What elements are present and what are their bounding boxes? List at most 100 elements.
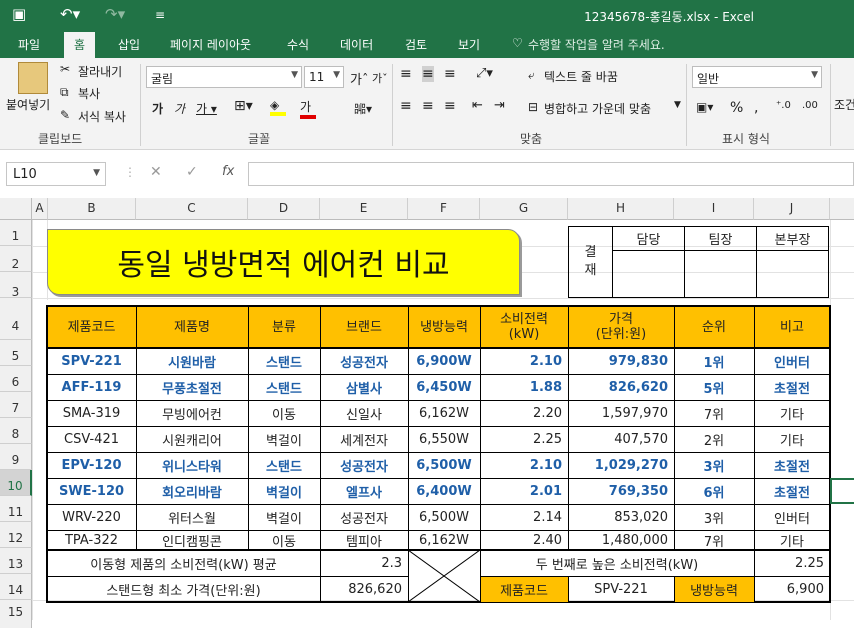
table-cell[interactable]: 엘프사: [320, 478, 408, 504]
align-center-icon[interactable]: ≡: [422, 98, 434, 114]
format-painter-button[interactable]: 서식 복사: [78, 108, 126, 125]
row-header[interactable]: 1: [0, 220, 32, 246]
grow-font-icon[interactable]: 가ˆ: [350, 69, 368, 88]
phonetic-icon[interactable]: 嘂▾: [354, 100, 372, 117]
table-cell[interactable]: CSV-421: [47, 426, 136, 452]
orientation-icon[interactable]: ⤢▾: [476, 66, 493, 81]
table-cell[interactable]: 성공전자: [320, 504, 408, 530]
second-label[interactable]: 두 번째로 높은 소비전력(kW): [480, 550, 754, 576]
table-cell[interactable]: 세계전자: [320, 426, 408, 452]
row-header[interactable]: 2: [0, 246, 32, 272]
col-header[interactable]: C: [136, 198, 248, 220]
table-cell[interactable]: 기타: [754, 530, 830, 550]
table-cell[interactable]: 무풍초절전: [136, 374, 248, 400]
undo-icon[interactable]: ↶▾: [60, 5, 80, 23]
table-cell[interactable]: 2.20: [480, 400, 568, 426]
min-value[interactable]: 826,620: [320, 576, 408, 602]
table-cell[interactable]: 6,500W: [408, 504, 480, 530]
table-cell[interactable]: 7위: [674, 400, 754, 426]
row-header[interactable]: 8: [0, 418, 32, 444]
table-cell[interactable]: 1.88: [480, 374, 568, 400]
table-cell[interactable]: 6,400W: [408, 478, 480, 504]
select-all-corner[interactable]: [0, 198, 32, 220]
table-cell[interactable]: 826,620: [568, 374, 674, 400]
decrease-indent-icon[interactable]: ⇤: [472, 98, 483, 113]
fill-color-icon[interactable]: ◈: [270, 98, 286, 116]
table-cell[interactable]: 3위: [674, 504, 754, 530]
second-value[interactable]: 2.25: [754, 550, 830, 576]
table-cell[interactable]: 스탠드: [248, 348, 320, 374]
table-cell[interactable]: 2.14: [480, 504, 568, 530]
table-cell[interactable]: 6,550W: [408, 426, 480, 452]
copy-button[interactable]: 복사: [78, 85, 100, 102]
table-cell[interactable]: 스탠드: [248, 452, 320, 478]
align-top-icon[interactable]: ≡: [400, 66, 412, 82]
tell-me-box[interactable]: 수행할 작업을 알려 주세요.: [528, 36, 665, 53]
col-header[interactable]: H: [568, 198, 674, 220]
table-header-cell[interactable]: 브랜드: [320, 306, 408, 348]
align-left-icon[interactable]: ≡: [400, 98, 412, 114]
table-cell[interactable]: 시원캐리어: [136, 426, 248, 452]
table-cell[interactable]: 성공전자: [320, 348, 408, 374]
merge-icon[interactable]: ⊟: [528, 100, 538, 114]
border-icon[interactable]: ⊞▾: [234, 98, 253, 114]
increase-decimal-icon[interactable]: ⁺.0: [776, 100, 791, 111]
table-cell[interactable]: 6,500W: [408, 452, 480, 478]
table-cell[interactable]: 1위: [674, 348, 754, 374]
customize-qat-icon[interactable]: ≡: [155, 8, 165, 22]
align-middle-icon[interactable]: ≡: [422, 66, 434, 82]
table-cell[interactable]: 기타: [754, 426, 830, 452]
avg-value[interactable]: 2.3: [320, 550, 408, 576]
italic-icon[interactable]: 가: [174, 100, 185, 117]
table-cell[interactable]: 979,830: [568, 348, 674, 374]
selected-cell-L10[interactable]: [830, 478, 854, 504]
col-header[interactable]: G: [480, 198, 568, 220]
row-header[interactable]: 13: [0, 548, 32, 574]
currency-icon[interactable]: ▣▾: [696, 100, 713, 114]
table-cell[interactable]: 스탠드: [248, 374, 320, 400]
percent-icon[interactable]: %: [730, 100, 743, 116]
tab-review[interactable]: 검토: [405, 36, 427, 53]
table-cell[interactable]: 벽걸이: [248, 478, 320, 504]
table-cell[interactable]: 407,570: [568, 426, 674, 452]
table-cell[interactable]: 위터스월: [136, 504, 248, 530]
number-format-select[interactable]: 일반 ▼: [692, 66, 822, 88]
min-label[interactable]: 스탠드형 최소 가격(단위:원): [47, 576, 320, 602]
table-header-cell[interactable]: 제품코드: [47, 306, 136, 348]
tab-view[interactable]: 보기: [458, 36, 480, 53]
table-cell[interactable]: 이동: [248, 400, 320, 426]
redo-icon[interactable]: ↷▾: [105, 5, 125, 23]
shrink-font-icon[interactable]: 가ˇ: [372, 70, 388, 86]
cap-label[interactable]: 냉방능력: [674, 576, 754, 602]
table-cell[interactable]: 853,020: [568, 504, 674, 530]
table-cell[interactable]: 벽걸이: [248, 426, 320, 452]
cut-button[interactable]: 잘라내기: [78, 63, 122, 80]
table-cell[interactable]: 1,480,000: [568, 530, 674, 550]
table-cell[interactable]: 1,597,970: [568, 400, 674, 426]
align-bottom-icon[interactable]: ≡: [444, 66, 456, 82]
table-cell[interactable]: 템피아: [320, 530, 408, 550]
function-icon[interactable]: fx: [222, 164, 234, 179]
table-cell[interactable]: SWE-120: [47, 478, 136, 504]
merge-center-button[interactable]: 병합하고 가운데 맞춤: [544, 100, 651, 117]
row-header[interactable]: 14: [0, 574, 32, 600]
table-cell[interactable]: 769,350: [568, 478, 674, 504]
font-size-select[interactable]: 11 ▼: [304, 66, 344, 88]
table-cell[interactable]: 6,162W: [408, 400, 480, 426]
row-header[interactable]: 6: [0, 366, 32, 392]
formula-input[interactable]: [248, 162, 854, 186]
table-cell[interactable]: SPV-221: [47, 348, 136, 374]
enter-icon[interactable]: ✓: [186, 164, 198, 180]
table-header-cell[interactable]: 비고: [754, 306, 830, 348]
table-cell[interactable]: 성공전자: [320, 452, 408, 478]
row-header[interactable]: 5: [0, 340, 32, 366]
row-header[interactable]: 3: [0, 272, 32, 299]
table-cell[interactable]: 인디캠핑콘: [136, 530, 248, 550]
table-cell[interactable]: 2.10: [480, 348, 568, 374]
table-cell[interactable]: EPV-120: [47, 452, 136, 478]
table-cell[interactable]: 6,900W: [408, 348, 480, 374]
chevron-down-icon[interactable]: ▼: [674, 100, 681, 110]
table-header-cell[interactable]: 순위: [674, 306, 754, 348]
table-cell[interactable]: 2.01: [480, 478, 568, 504]
table-cell[interactable]: 무빙에어컨: [136, 400, 248, 426]
